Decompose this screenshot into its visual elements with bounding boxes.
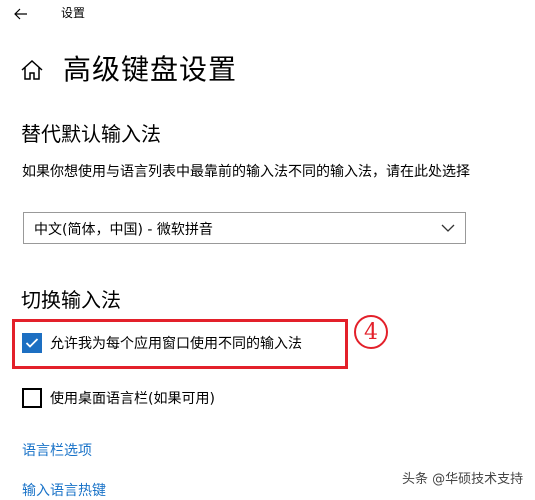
checkmark-icon: [25, 338, 39, 348]
language-bar-checkbox-box[interactable]: [22, 388, 42, 408]
home-icon[interactable]: [20, 58, 44, 82]
override-section-heading: 替代默认输入法: [21, 122, 161, 146]
language-bar-checkbox-label: 使用桌面语言栏(如果可用): [50, 391, 215, 407]
watermark: 头条 @华硕技术支持: [402, 472, 524, 487]
input-hotkeys-link[interactable]: 输入语言热键: [22, 480, 106, 500]
back-button[interactable]: [8, 3, 34, 25]
chevron-down-icon: [441, 224, 455, 232]
language-bar-options-link[interactable]: 语言栏选项: [22, 440, 92, 460]
back-arrow-icon: [14, 8, 27, 20]
title-bar: 设置: [0, 0, 535, 30]
per-app-input-checkbox[interactable]: 允许我为每个应用窗口使用不同的输入法: [22, 332, 302, 354]
override-description: 如果你想使用与语言列表中最靠前的输入法不同的输入法，请在此处选择: [22, 164, 470, 180]
per-app-checkbox-box[interactable]: [22, 333, 42, 353]
page-title: 高级键盘设置: [63, 53, 238, 86]
window-title: 设置: [61, 6, 86, 20]
language-bar-checkbox[interactable]: 使用桌面语言栏(如果可用): [22, 387, 215, 409]
switching-section-heading: 切换输入法: [21, 288, 121, 312]
input-method-dropdown[interactable]: 中文(简体，中国) - 微软拼音: [23, 212, 466, 244]
dropdown-selected-value: 中文(简体，中国) - 微软拼音: [34, 222, 213, 238]
annotation-step-number: 4: [354, 315, 388, 349]
per-app-checkbox-label: 允许我为每个应用窗口使用不同的输入法: [50, 336, 302, 352]
